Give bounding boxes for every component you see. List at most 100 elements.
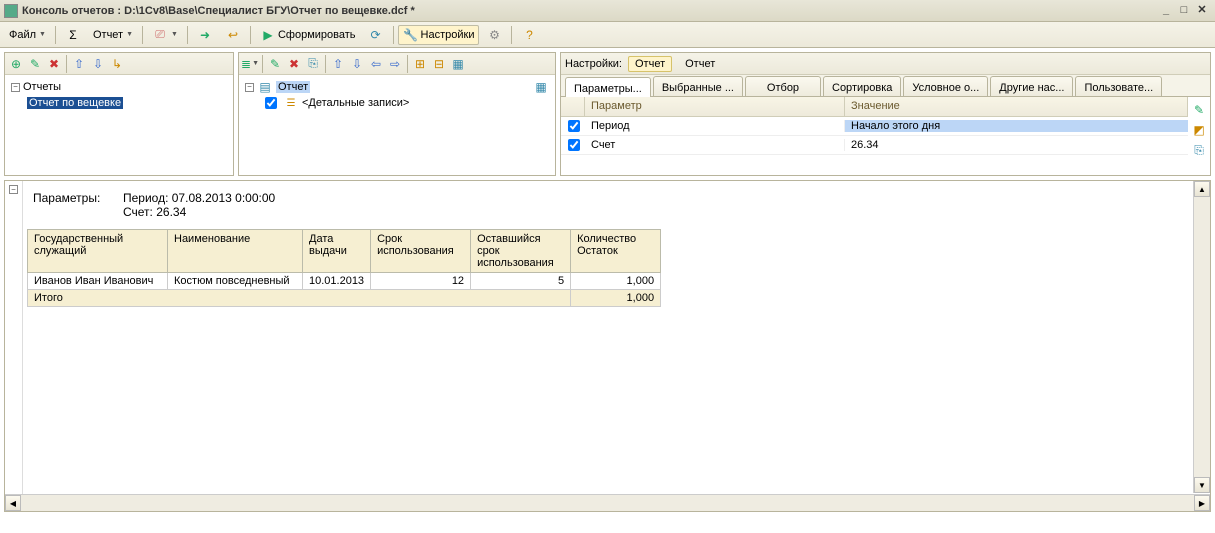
edit-icon: ✎ (267, 56, 283, 72)
add-group-icon: ≣ (241, 56, 251, 72)
tab-cond-label: Условное о... (912, 82, 979, 94)
help-button[interactable]: ? (516, 25, 542, 45)
detail-checkbox[interactable] (265, 97, 277, 109)
form-label: Сформировать (278, 29, 356, 41)
columns-icon[interactable]: ▦ (533, 79, 549, 95)
add-group-button[interactable]: ≣▼ (241, 55, 259, 73)
struct-up-button[interactable]: ⇧ (329, 55, 347, 73)
struct-down-button[interactable]: ⇩ (348, 55, 366, 73)
arrow-right-icon: ⇨ (387, 56, 403, 72)
edit-icon: ✎ (27, 56, 43, 72)
total-value: 1,000 (571, 290, 661, 307)
col-employee: Государственный служащий (28, 230, 168, 273)
sigma-button[interactable]: Σ (60, 25, 86, 45)
variant-button[interactable]: ⎚▼ (147, 25, 183, 45)
col-name: Наименование (168, 230, 303, 273)
struct-btn-3[interactable]: ▦ (449, 55, 467, 73)
params-header: Параметр Значение (561, 97, 1188, 117)
side-copy-button[interactable]: ⎘ (1190, 141, 1208, 159)
tab-user[interactable]: Пользовате... (1075, 76, 1162, 96)
col-date: Дата выдачи (303, 230, 371, 273)
struct-btn-1[interactable]: ⊞ (411, 55, 429, 73)
window-title: Консоль отчетов : D:\1Cv8\Base\Специалис… (22, 5, 1157, 17)
scroll-left-button[interactable]: ◀ (5, 495, 21, 511)
col-remain: Оставшийся срок использования (471, 230, 571, 273)
period-checkbox[interactable] (568, 120, 580, 132)
param-value-account[interactable]: 26.34 (845, 139, 1188, 151)
tab-other[interactable]: Другие нас... (990, 76, 1073, 96)
tab-params[interactable]: Параметры... (565, 77, 651, 97)
params-side-buttons: ✎ ◩ ⎘ (1188, 97, 1210, 175)
struct-detail-label: <Детальные записи> (302, 97, 409, 109)
close-button[interactable]: ✕ (1193, 3, 1211, 19)
collapse-icon[interactable]: − (245, 83, 254, 92)
param-row-account[interactable]: Счет 26.34 (561, 136, 1188, 155)
collapse-icon[interactable]: − (11, 83, 20, 92)
mode-report-1[interactable]: Отчет (628, 56, 672, 72)
delete-button[interactable]: ✖ (45, 55, 63, 73)
tree-root-reports[interactable]: − Отчеты (11, 79, 227, 95)
scroll-right-button[interactable]: ▶ (1194, 495, 1210, 511)
report-scroll[interactable]: Параметры: Период: 07.08.2013 0:00:00 Сч… (23, 181, 1210, 511)
struct-btn-2[interactable]: ⊟ (430, 55, 448, 73)
delete-struct-button[interactable]: ✖ (285, 55, 303, 73)
struct-detail[interactable]: ☰ <Детальные записи> (245, 95, 549, 111)
struct-root[interactable]: − ▤ Отчет ▦ (245, 79, 549, 95)
report-menu[interactable]: Отчет▼ (88, 25, 138, 45)
report-table: Государственный служащий Наименование Да… (27, 229, 661, 307)
tab-selected[interactable]: Выбранные ... (653, 76, 743, 96)
move-up-button[interactable]: ⇧ (70, 55, 88, 73)
reports-tree[interactable]: − Отчеты Отчет по вещевке (5, 75, 233, 175)
import-icon: ↩ (225, 27, 241, 43)
horizontal-scrollbar[interactable]: ◀ ▶ (5, 494, 1210, 511)
side-custom-button[interactable]: ◩ (1190, 121, 1208, 139)
form-button[interactable]: ▶Сформировать (255, 25, 361, 45)
minimize-button[interactable]: _ (1157, 3, 1175, 19)
report-label: Отчет (93, 29, 123, 41)
structure-toolbar: ≣▼ ✎ ✖ ⎘ ⇧ ⇩ ⇦ ⇨ ⊞ ⊟ ▦ (239, 53, 555, 75)
arrow-left-icon: ⇦ (368, 56, 384, 72)
scroll-down-button[interactable]: ▼ (1194, 477, 1210, 493)
struct-right-button[interactable]: ⇨ (386, 55, 404, 73)
cell-name: Костюм повседневный (168, 273, 303, 290)
file-menu[interactable]: Файл▼ (4, 25, 51, 45)
options-button[interactable]: ⚙ (481, 25, 507, 45)
param-row-period[interactable]: Период Начало этого дня (561, 117, 1188, 136)
tab-cond[interactable]: Условное о... (903, 76, 988, 96)
import-button[interactable]: ↩ (220, 25, 246, 45)
struct-icon-2: ⊟ (431, 56, 447, 72)
outline-collapse[interactable]: − (9, 185, 18, 194)
edit-button[interactable]: ✎ (26, 55, 44, 73)
refresh-button[interactable]: ⟳ (363, 25, 389, 45)
hscroll-track[interactable] (21, 495, 1194, 511)
scroll-up-button[interactable]: ▲ (1194, 181, 1210, 197)
vertical-scrollbar[interactable]: ▲ ▼ (1193, 181, 1210, 493)
detail-icon: ☰ (283, 95, 299, 111)
move-out-button[interactable]: ↳ (108, 55, 126, 73)
reports-toolbar: ⊕ ✎ ✖ ⇧ ⇩ ↳ (5, 53, 233, 75)
copy-struct-button[interactable]: ⎘ (304, 55, 322, 73)
maximize-button[interactable]: □ (1175, 3, 1193, 19)
param-value-period[interactable]: Начало этого дня (845, 120, 1188, 132)
tab-filter[interactable]: Отбор (745, 76, 821, 96)
structure-pane: ≣▼ ✎ ✖ ⎘ ⇧ ⇩ ⇦ ⇨ ⊞ ⊟ ▦ − ▤ Отчет ▦ ☰ (238, 52, 556, 176)
report-table-row[interactable]: Иванов Иван Иванович Костюм повседневный… (28, 273, 661, 290)
settings-button[interactable]: 🔧Настройки (398, 25, 480, 45)
report-table-total: Итого 1,000 (28, 290, 661, 307)
account-checkbox[interactable] (568, 139, 580, 151)
tab-sort[interactable]: Сортировка (823, 76, 901, 96)
struct-left-button[interactable]: ⇦ (367, 55, 385, 73)
export-button[interactable]: ➜ (192, 25, 218, 45)
move-down-button[interactable]: ⇩ (89, 55, 107, 73)
params-grid-wrap: Параметр Значение Период Начало этого дн… (561, 97, 1210, 175)
structure-tree[interactable]: − ▤ Отчет ▦ ☰ <Детальные записи> (239, 75, 555, 175)
add-button[interactable]: ⊕ (7, 55, 25, 73)
edit-struct-button[interactable]: ✎ (266, 55, 284, 73)
tab-selected-label: Выбранные ... (662, 82, 734, 94)
mode-report-2[interactable]: Отчет (678, 56, 722, 72)
side-edit-button[interactable]: ✎ (1190, 101, 1208, 119)
tree-item-report[interactable]: Отчет по вещевке (11, 95, 227, 111)
struct-icon-1: ⊞ (412, 56, 428, 72)
hdr-check (561, 97, 585, 116)
mode-label-1: Отчет (635, 58, 665, 70)
